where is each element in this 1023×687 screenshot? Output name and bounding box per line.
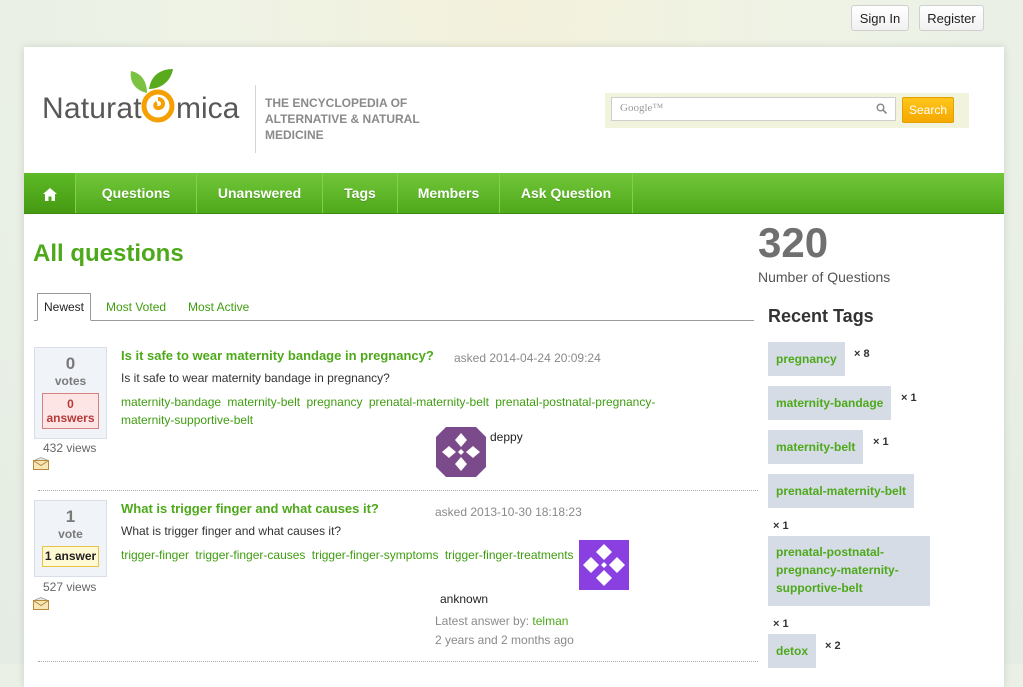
user-avatar[interactable] [436,427,486,477]
recent-tag-prenatal-maternity-belt[interactable]: prenatal-maternity-belt [768,474,915,508]
recent-tags-heading: Recent Tags [768,306,874,326]
logo-text-left: Naturat [42,92,142,125]
nav-ask-question[interactable]: Ask Question [500,173,633,213]
sign-in-button[interactable]: Sign In [851,5,909,31]
tag-link[interactable]: trigger-finger [121,548,189,562]
recent-tag-pregnancy[interactable]: pregnancy [768,342,845,376]
question-title-link[interactable]: What is trigger finger and what causes i… [121,501,379,516]
tag-link[interactable]: trigger-finger-symptoms [312,548,439,562]
tag-link[interactable]: trigger-finger-causes [195,548,305,562]
asked-timestamp: asked 2013-10-30 18:18:23 [435,505,582,519]
page-container: Naturat mica THE ENCYCLOPEDIA OF ALTERNA… [24,47,1004,687]
answers-count: 0 [67,397,74,411]
question-excerpt: Is it safe to wear maternity bandage in … [121,371,390,385]
vote-box: 0 votes 0 answers [34,347,107,439]
vote-count: 1 [65,507,76,526]
views-count: 527 views [43,580,97,594]
page-title: All questions [33,240,184,267]
logo-o-swirl-icon [141,89,175,123]
envelope-icon[interactable] [33,457,49,470]
header-divider [255,85,256,153]
vote-label: vote [58,527,83,541]
nav-unanswered[interactable]: Unanswered [197,173,323,213]
register-button[interactable]: Register [919,5,984,31]
question-count-label: Number of Questions [758,269,891,285]
question-title-link[interactable]: Is it safe to wear maternity bandage in … [121,348,434,363]
recent-tag-count: × 1 [773,618,789,630]
question-separator [38,661,758,663]
question-separator [38,490,758,492]
vote-box: 1 vote 1 answer [34,500,107,577]
answers-badge: 1 answer [42,546,99,567]
question-count: 320 [758,219,829,266]
recent-tag-prenatal-postnatal-pregnancy-maternity-supportive-belt[interactable]: prenatal-postnatal-pregnancy-maternity-s… [768,536,930,606]
tag-link[interactable]: maternity-bandage [121,395,221,409]
recent-tag-count: × 1 [873,436,889,448]
recent-tag-count: × 1 [773,520,789,532]
tag-link[interactable]: pregnancy [306,395,362,409]
answers-label: answers [46,411,95,425]
question-tags: maternity-bandage maternity-belt pregnan… [121,393,701,429]
latest-answer-time: 2 years and 2 months ago [435,633,574,647]
home-icon [42,187,57,201]
tab-most-voted[interactable]: Most Voted [106,300,166,314]
vote-label: votes [54,374,87,388]
nav-home[interactable] [24,173,76,213]
recent-tag-detox[interactable]: detox [768,634,817,668]
recent-tag-count: × 2 [825,640,841,652]
recent-tag-count: × 8 [854,348,870,360]
nav-members[interactable]: Members [398,173,500,213]
nav-tags[interactable]: Tags [323,173,398,213]
question-excerpt: What is trigger finger and what causes i… [121,524,342,538]
user-name: anknown [440,592,489,606]
search-button[interactable]: Search [902,97,954,123]
site-tagline: THE ENCYCLOPEDIA OF ALTERNATIVE & NATURA… [265,96,420,142]
tab-most-active[interactable]: Most Active [188,300,249,314]
search-input[interactable]: Google™ [611,97,896,121]
tag-link[interactable]: trigger-finger-treatments [445,548,574,562]
answers-badge: 0 answers [42,393,99,429]
recent-tag-maternity-belt[interactable]: maternity-belt [768,430,864,464]
asked-timestamp: asked 2014-04-24 20:09:24 [454,351,601,365]
tab-newest[interactable]: Newest [37,293,91,321]
tag-link[interactable]: prenatal-maternity-belt [369,395,489,409]
recent-tag-count: × 1 [901,392,917,404]
search-icon [876,103,887,114]
latest-answer-label: Latest answer by: [435,614,530,628]
views-count: 432 views [43,441,97,455]
vote-count: 0 [65,354,76,373]
user-name[interactable]: deppy [490,430,523,444]
tag-link[interactable]: maternity-belt [227,395,300,409]
tabs-divider [34,320,754,321]
logo-text-right: mica [176,92,240,125]
latest-answer-user-link[interactable]: telman [532,614,568,628]
main-nav: Questions Unanswered Tags Members Ask Qu… [24,173,1004,214]
nav-questions[interactable]: Questions [76,173,197,213]
envelope-icon[interactable] [33,597,49,610]
recent-tag-maternity-bandage[interactable]: maternity-bandage [768,386,892,420]
search-box: Google™ Search [605,93,969,128]
user-avatar[interactable] [579,540,629,590]
latest-answer: Latest answer by: telman [435,614,568,628]
